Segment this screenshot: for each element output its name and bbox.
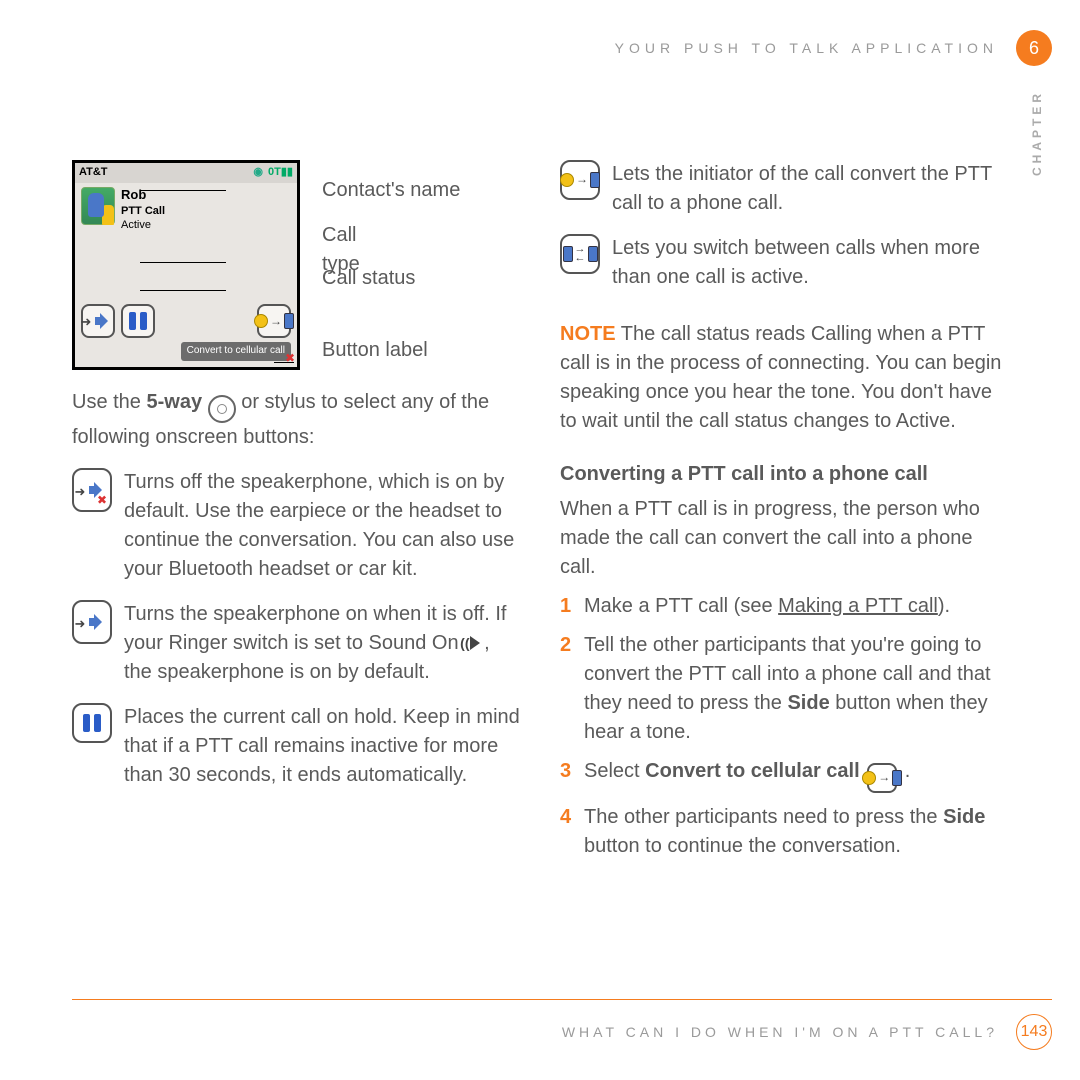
section-title: YOUR PUSH TO TALK APPLICATION <box>615 40 998 56</box>
step-4: The other participants need to press the… <box>560 803 1008 861</box>
ringer-switch-icon <box>464 635 484 651</box>
button-tooltip: Convert to cellular call <box>181 342 291 361</box>
speaker-off-button[interactable]: ✖ <box>81 304 115 338</box>
phone-status-bar: AT&T ◉ 0T▮▮ <box>75 163 297 183</box>
row-switch: →← Lets you switch between calls when mo… <box>560 234 1008 292</box>
convert-inline-icon: → <box>867 763 897 793</box>
footer-section-title: WHAT CAN I DO WHEN I'M ON A PTT CALL? <box>562 1024 998 1040</box>
row-speaker-off: ✖ Turns off the speakerphone, which is o… <box>72 468 520 584</box>
call-type-label: PTT Call <box>121 204 165 218</box>
speaker-on-icon <box>72 600 112 644</box>
content-area: AT&T ◉ 0T▮▮ Rob PTT Call Active <box>72 160 1008 980</box>
signal-indicator: 0T▮▮ <box>268 165 293 181</box>
step-1: Make a PTT call (see Making a PTT call). <box>560 592 1008 621</box>
subhead-intro: When a PTT call is in progress, the pers… <box>560 495 1008 582</box>
subheading: Converting a PTT call into a phone call <box>560 460 1008 489</box>
row-hold: Places the current call on hold. Keep in… <box>72 703 520 790</box>
row-convert: → Lets the initiator of the call convert… <box>560 160 1008 218</box>
note-paragraph: NOTE The call status reads Calling when … <box>560 320 1008 436</box>
convert-text: Lets the initiator of the call convert t… <box>612 160 1008 218</box>
left-column: AT&T ◉ 0T▮▮ Rob PTT Call Active <box>72 160 520 980</box>
speaker-off-text: Turns off the speakerphone, which is on … <box>124 468 520 584</box>
page-footer: WHAT CAN I DO WHEN I'M ON A PTT CALL? 14… <box>72 999 1052 1050</box>
phone-button-bar: ✖ → <box>75 302 297 342</box>
phone-screenshot-diagram: AT&T ◉ 0T▮▮ Rob PTT Call Active <box>72 160 472 370</box>
callout-contact-name: Contact's name <box>312 176 450 205</box>
contact-avatar-icon <box>81 187 115 225</box>
chapter-label-vertical: CHAPTER <box>1030 90 1044 176</box>
hold-text: Places the current call on hold. Keep in… <box>124 703 520 790</box>
intro-paragraph: Use the 5-way or stylus to select any of… <box>72 388 520 452</box>
steps-list: Make a PTT call (see Making a PTT call).… <box>560 592 1008 871</box>
page-header: YOUR PUSH TO TALK APPLICATION 6 <box>0 30 1080 66</box>
carrier-label: AT&T <box>79 165 108 181</box>
clock-icon: ◉ <box>253 165 262 181</box>
switch-text: Lets you switch between calls when more … <box>612 234 1008 292</box>
convert-call-button[interactable]: → <box>257 304 291 338</box>
making-ptt-call-link[interactable]: Making a PTT call <box>778 595 938 617</box>
hold-button[interactable] <box>121 304 155 338</box>
step-2: Tell the other participants that you're … <box>560 631 1008 747</box>
page-number: 143 <box>1016 1014 1052 1050</box>
hold-icon <box>72 703 112 743</box>
step-3: Select Convert to cellular call → . <box>560 757 1008 793</box>
right-column: → Lets the initiator of the call convert… <box>560 160 1008 980</box>
speaker-on-text: Turns the speakerphone on when it is off… <box>124 600 520 687</box>
five-way-icon <box>208 395 236 423</box>
convert-icon: → <box>560 160 600 200</box>
note-label: NOTE <box>560 323 616 345</box>
switch-calls-icon: →← <box>560 234 600 274</box>
chapter-number-badge: 6 <box>1016 30 1052 66</box>
phone-frame: AT&T ◉ 0T▮▮ Rob PTT Call Active <box>72 160 300 370</box>
call-status-label: Active <box>121 218 165 232</box>
speaker-off-icon: ✖ <box>72 468 112 512</box>
row-speaker-on: Turns the speakerphone on when it is off… <box>72 600 520 687</box>
